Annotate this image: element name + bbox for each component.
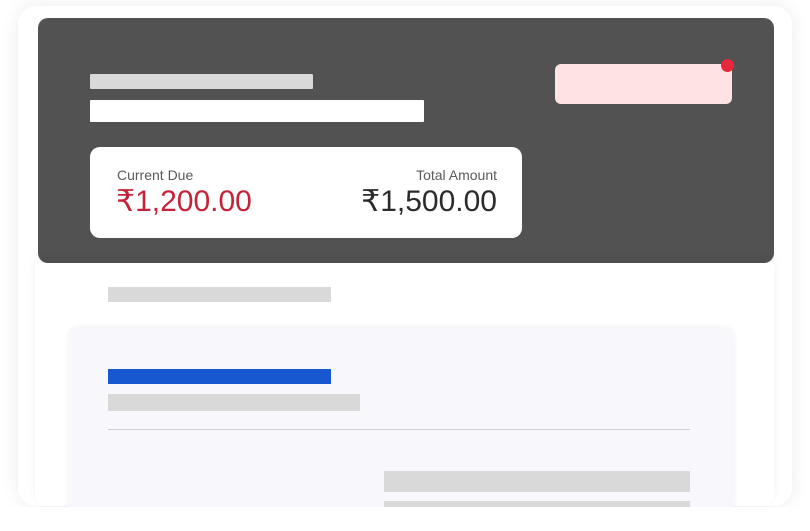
section-heading-placeholder <box>108 287 331 302</box>
total-amount-value: ₹1,500.00 <box>361 185 497 218</box>
status-badge[interactable] <box>555 64 732 104</box>
balance-card: Current Due ₹1,200.00 Total Amount ₹1,50… <box>90 147 522 238</box>
total-amount-label: Total Amount <box>416 167 497 183</box>
header-title-placeholder <box>90 74 313 89</box>
current-due-value: ₹1,200.00 <box>116 185 252 218</box>
current-due-label: Current Due <box>117 167 194 183</box>
notification-dot-icon <box>721 59 734 72</box>
account-header: Current Due ₹1,200.00 Total Amount ₹1,50… <box>38 18 774 263</box>
app-root: Current Due ₹1,200.00 Total Amount ₹1,50… <box>0 0 810 531</box>
link-placeholder[interactable] <box>108 369 331 384</box>
divider <box>108 429 690 430</box>
details-text-placeholder <box>108 394 360 411</box>
row-value-placeholder <box>384 471 690 492</box>
bottom-edge <box>0 507 810 531</box>
header-subtitle-placeholder <box>90 100 424 122</box>
